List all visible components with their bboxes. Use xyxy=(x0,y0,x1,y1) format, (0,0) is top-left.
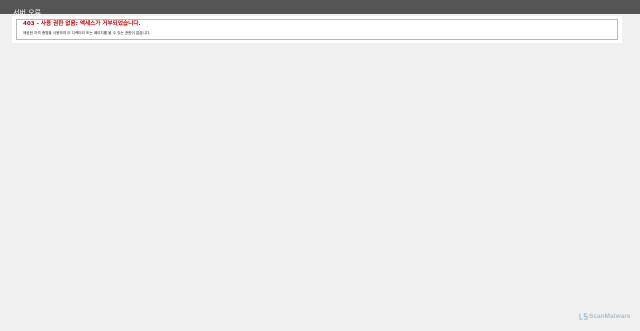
error-fieldset: 403 - 사용 권한 없음: 액세스가 거부되었습니다. 제공한 자격 증명을… xyxy=(16,19,618,40)
content-panel: 403 - 사용 권한 없음: 액세스가 거부되었습니다. 제공한 자격 증명을… xyxy=(12,16,622,43)
scanmalware-watermark: ScanMalware xyxy=(579,311,631,321)
scanmalware-logo-icon xyxy=(579,312,588,320)
error-title: 403 - 사용 권한 없음: 액세스가 거부되었습니다. xyxy=(23,21,141,27)
watermark-text: ScanMalware xyxy=(589,312,631,320)
error-description: 제공한 자격 증명을 사용하여 이 디렉터리 또는 페이지를 볼 수 있는 권한… xyxy=(23,31,151,35)
header-bar: 서버 오류 xyxy=(0,0,640,17)
